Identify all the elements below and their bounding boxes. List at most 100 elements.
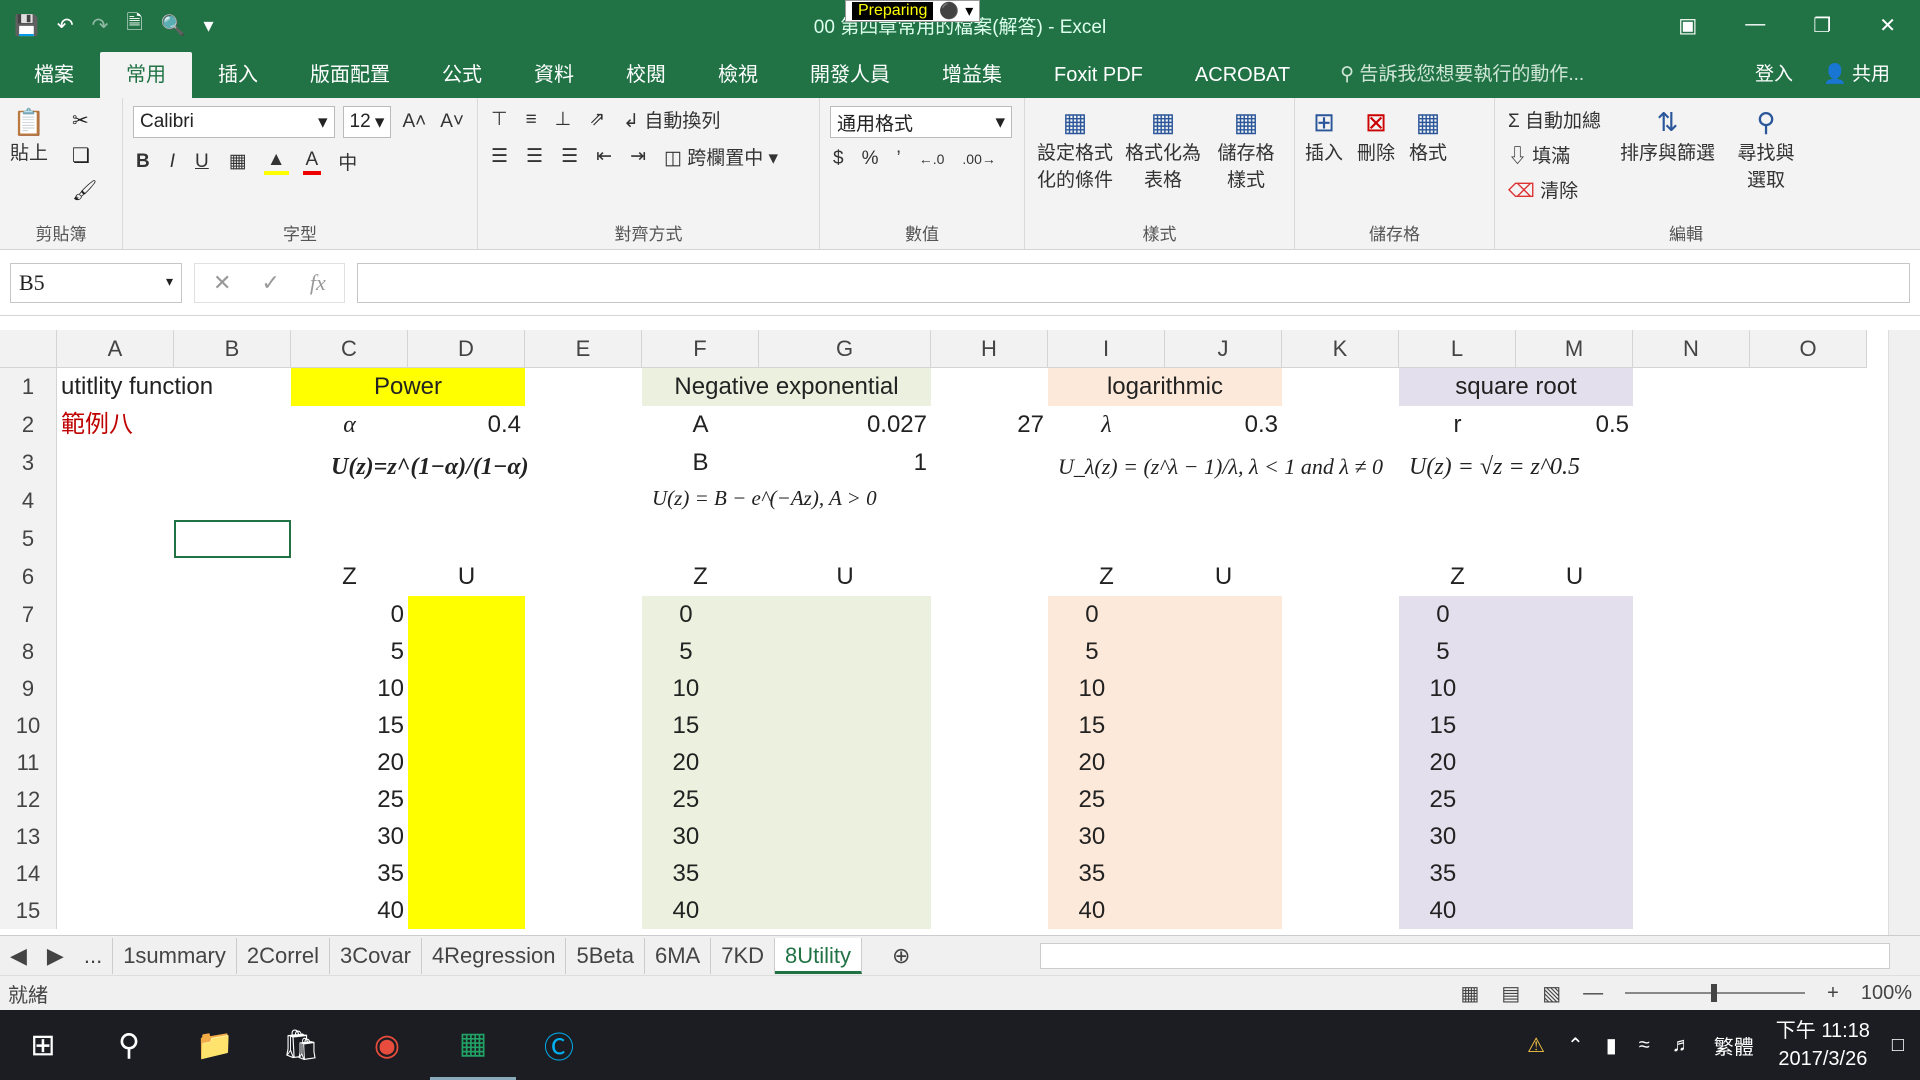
sign-in-link[interactable]: 登入	[1755, 52, 1793, 98]
row-header[interactable]: 1	[0, 368, 57, 406]
cell-J2[interactable]: 0.3	[1169, 406, 1278, 444]
insert-function-button[interactable]: fx	[310, 270, 326, 296]
z-value-cell[interactable]: 25	[1052, 781, 1132, 818]
fill-color-icon[interactable]: ▲	[263, 149, 289, 175]
z-value-cell[interactable]: 25	[1403, 781, 1483, 818]
row-header[interactable]: 14	[0, 855, 57, 892]
fill-button[interactable]: ⇩ 填滿	[1505, 141, 1604, 168]
column-header[interactable]: D	[408, 330, 525, 367]
sheet-tab[interactable]: 1summary	[113, 937, 237, 974]
font-color-icon[interactable]: A	[302, 149, 322, 175]
format-painter-icon[interactable]: 🖌	[72, 178, 97, 203]
z-value-cell[interactable]: 15	[1052, 707, 1132, 744]
row-header[interactable]: 4	[0, 482, 57, 520]
align-bottom-icon[interactable]: ⊥	[552, 108, 575, 131]
select-all-corner[interactable]	[0, 330, 57, 367]
cell-G2[interactable]: 0.027	[763, 406, 927, 444]
save-icon[interactable]: 💾	[14, 13, 39, 38]
z-value-cell[interactable]: 30	[295, 818, 404, 855]
formula-input[interactable]	[356, 262, 1910, 303]
z-value-cell[interactable]: 10	[295, 670, 404, 707]
new-icon[interactable]: 🗎	[126, 8, 142, 42]
cell-F2[interactable]: A	[646, 406, 755, 444]
copy-icon[interactable]: ❏	[72, 143, 90, 168]
cell-F3[interactable]: B	[646, 444, 755, 482]
tab-2[interactable]: 插入	[192, 52, 284, 98]
z-value-cell[interactable]: 40	[1052, 892, 1132, 929]
ribbon-display-icon[interactable]: ▣	[1678, 13, 1697, 38]
sheet-tab[interactable]: 8Utility	[775, 937, 863, 974]
row-header[interactable]: 6	[0, 558, 57, 596]
z-value-cell[interactable]: 35	[295, 855, 404, 892]
cell-I6[interactable]: Z	[1052, 558, 1161, 596]
z-value-cell[interactable]: 10	[646, 670, 726, 707]
align-center-icon[interactable]: ☰	[523, 145, 546, 168]
sheet-tab[interactable]: 5Beta	[566, 937, 645, 974]
tab-10[interactable]: Foxit PDF	[1028, 52, 1169, 98]
decrease-indent-icon[interactable]: ⇤	[593, 145, 615, 168]
tab-5[interactable]: 資料	[508, 52, 600, 98]
zoom-out-icon[interactable]: —	[1583, 982, 1603, 1005]
excel-icon[interactable]: ▦	[430, 1010, 516, 1080]
z-value-cell[interactable]: 0	[295, 596, 404, 633]
wrap-text-button[interactable]: ↲ 自動換列	[620, 106, 723, 133]
z-value-cell[interactable]: 5	[295, 633, 404, 670]
phonetic-icon[interactable]: 中	[335, 148, 360, 175]
row-header[interactable]: 13	[0, 818, 57, 855]
scroll-right-icon[interactable]: ▶	[37, 938, 74, 974]
clear-button[interactable]: ⌫ 清除	[1505, 176, 1604, 203]
tab-3[interactable]: 版面配置	[284, 52, 416, 98]
vertical-scrollbar[interactable]	[1888, 330, 1920, 935]
tab-7[interactable]: 檢視	[692, 52, 784, 98]
column-header[interactable]: A	[57, 330, 174, 367]
sheet-tab[interactable]: 4Regression	[422, 937, 567, 974]
tab-1[interactable]: 常用	[100, 52, 192, 98]
row-header[interactable]: 2	[0, 406, 57, 444]
row-header[interactable]: 3	[0, 444, 57, 482]
increase-indent-icon[interactable]: ⇥	[627, 145, 649, 168]
sheet-tab[interactable]: 2Correl	[237, 937, 331, 974]
zoom-slider[interactable]	[1625, 984, 1806, 1002]
row-header[interactable]: 12	[0, 781, 57, 818]
tab-4[interactable]: 公式	[416, 52, 508, 98]
row-header[interactable]: 9	[0, 670, 57, 707]
tab-0[interactable]: 檔案	[8, 52, 100, 98]
align-right-icon[interactable]: ☰	[558, 145, 581, 168]
z-value-cell[interactable]: 20	[1403, 744, 1483, 781]
scroll-left-icon[interactable]: ◀	[0, 938, 37, 974]
autosum-button[interactable]: Σ 自動加總	[1505, 106, 1604, 133]
row-header[interactable]: 7	[0, 596, 57, 633]
warning-icon[interactable]: ⚠	[1527, 1033, 1545, 1058]
z-value-cell[interactable]: 30	[646, 818, 726, 855]
align-middle-icon[interactable]: ≡	[523, 109, 540, 131]
column-header[interactable]: M	[1516, 330, 1633, 367]
sheet-tab[interactable]: 3Covar	[330, 937, 422, 974]
z-value-cell[interactable]: 0	[646, 596, 726, 633]
percent-button[interactable]: %	[859, 148, 882, 170]
z-value-cell[interactable]: 0	[1403, 596, 1483, 633]
column-header[interactable]: E	[525, 330, 642, 367]
ime-indicator[interactable]: 繁體	[1714, 1031, 1754, 1060]
column-header[interactable]: I	[1048, 330, 1165, 367]
start-icon[interactable]: ⊞	[0, 1010, 86, 1080]
notifications-icon[interactable]: □	[1892, 1034, 1904, 1057]
row-header[interactable]: 15	[0, 892, 57, 929]
column-header[interactable]: H	[931, 330, 1048, 367]
redo-icon[interactable]: ↷	[92, 13, 109, 38]
z-value-cell[interactable]: 40	[646, 892, 726, 929]
tab-8[interactable]: 開發人員	[784, 52, 916, 98]
cell-F1[interactable]: Negative exponential	[646, 368, 927, 406]
close-icon[interactable]: ✕	[1879, 13, 1896, 38]
cell-G3[interactable]: 1	[763, 444, 927, 482]
cell-M2[interactable]: 0.5	[1520, 406, 1629, 444]
enter-icon[interactable]: ✓	[261, 270, 279, 296]
cell-G6[interactable]: U	[763, 558, 927, 596]
paste-button[interactable]: 📋 貼上	[10, 106, 48, 165]
column-header[interactable]: L	[1399, 330, 1516, 367]
z-value-cell[interactable]: 15	[1403, 707, 1483, 744]
z-value-cell[interactable]: 20	[1052, 744, 1132, 781]
row-header[interactable]: 8	[0, 633, 57, 670]
z-value-cell[interactable]: 25	[295, 781, 404, 818]
merge-center-button[interactable]: ◫ 跨欄置中 ▾	[661, 143, 781, 170]
zoom-in-icon[interactable]: +	[1827, 982, 1839, 1005]
